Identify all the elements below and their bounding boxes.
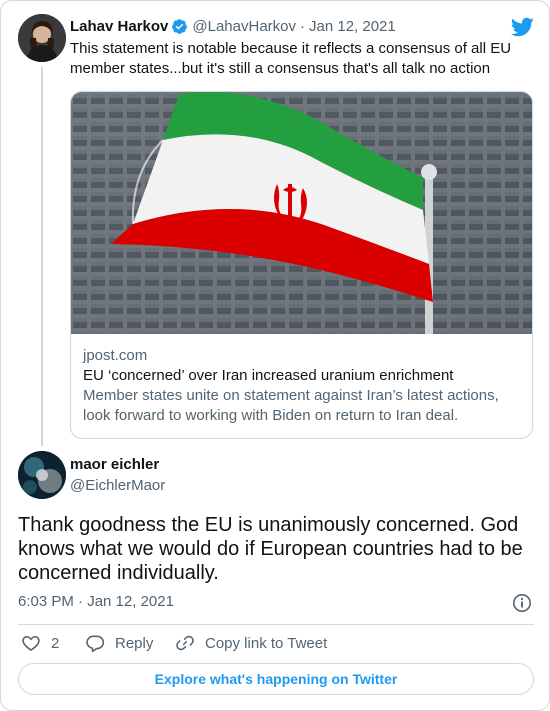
link-preview-image: [71, 92, 532, 334]
parent-author-name[interactable]: Lahav Harkov: [70, 18, 168, 35]
explore-twitter-button[interactable]: Explore what's happening on Twitter: [18, 663, 534, 695]
actions-divider: [18, 624, 534, 625]
twitter-bird-icon[interactable]: [510, 15, 534, 39]
tweet-embed-card: Lahav Harkov @LahavHarkov · Jan 12, 2021…: [0, 0, 550, 711]
like-count: 2: [51, 634, 60, 652]
link-preview-meta: jpost.com EU ‘concerned’ over Iran incre…: [83, 346, 523, 426]
author-handle[interactable]: @EichlerMaor: [70, 477, 165, 494]
header-separator: ·: [300, 17, 305, 35]
copy-link-label: Copy link to Tweet: [205, 634, 328, 652]
copy-link-button[interactable]: Copy link to Tweet: [175, 632, 327, 654]
link-domain: jpost.com: [83, 347, 148, 364]
parent-tweet-text: This statement is notable because it ref…: [70, 40, 512, 77]
tweet-timestamp[interactable]: 6:03 PM · Jan 12, 2021: [18, 593, 174, 610]
link-icon: [176, 635, 194, 651]
reply-bubble-icon: [86, 635, 105, 653]
like-button[interactable]: 2: [21, 632, 59, 654]
author-avatar[interactable]: [18, 451, 66, 499]
link-title: EU ‘concerned’ over Iran increased urani…: [83, 367, 454, 384]
parent-tweet-header: Lahav Harkov @LahavHarkov · Jan 12, 2021: [70, 16, 396, 36]
reply-button[interactable]: Reply: [85, 632, 153, 654]
parent-author-handle[interactable]: @LahavHarkov: [192, 18, 296, 35]
verified-badge-icon: [171, 18, 188, 35]
parent-tweet-date[interactable]: Jan 12, 2021: [309, 18, 396, 35]
parent-author-avatar[interactable]: [18, 14, 66, 62]
heart-icon: [22, 635, 40, 652]
link-preview-card[interactable]: jpost.com EU ‘concerned’ over Iran incre…: [70, 91, 533, 439]
author-name[interactable]: maor eichler: [70, 456, 159, 473]
link-description: Member states unite on statement against…: [83, 387, 499, 424]
thread-connector-line: [41, 67, 43, 446]
tweet-text: Thank goodness the EU is unanimously con…: [18, 514, 523, 584]
reply-label: Reply: [115, 634, 154, 652]
info-icon[interactable]: [512, 593, 532, 613]
